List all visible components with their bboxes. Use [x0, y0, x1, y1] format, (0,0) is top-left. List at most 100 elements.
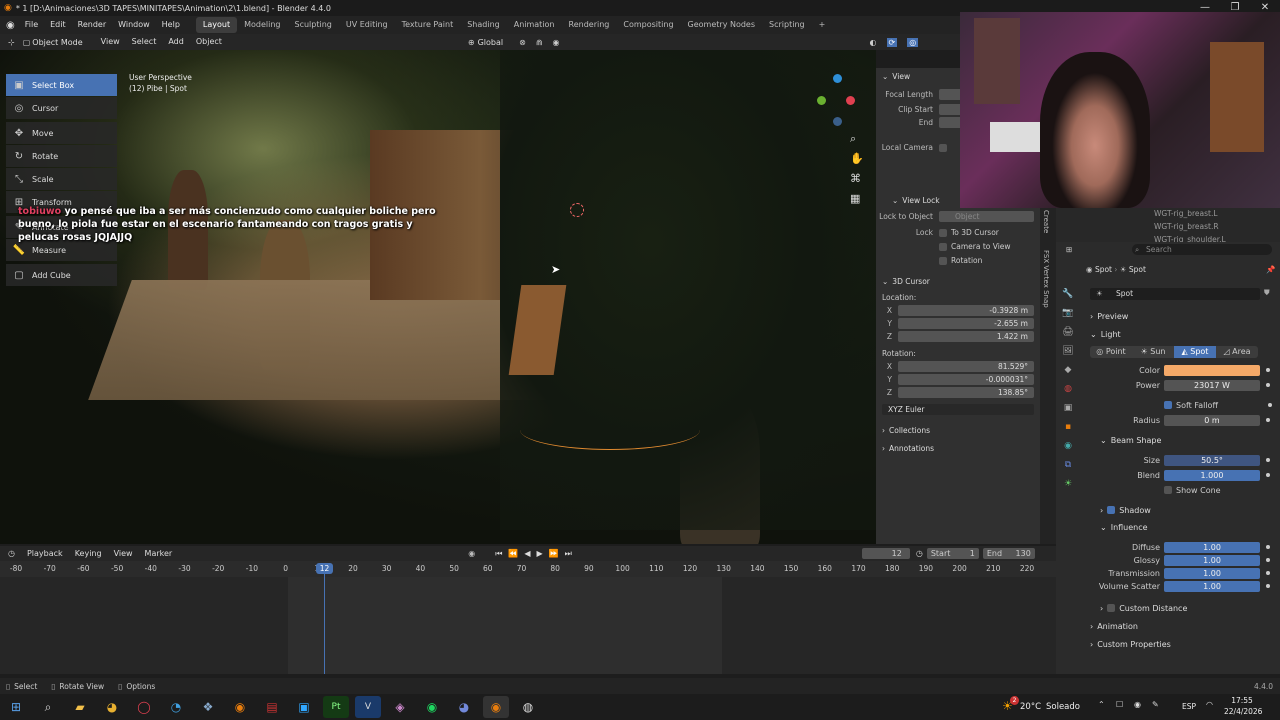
weather-temp[interactable]: 20°C: [1020, 702, 1041, 712]
light-type-sun[interactable]: ☀ Sun: [1132, 346, 1174, 358]
cursor-location-z[interactable]: 1.422 m: [898, 331, 1034, 342]
keyframe-dot-icon[interactable]: [1266, 584, 1270, 588]
preview-range-icon[interactable]: ◷: [916, 549, 923, 558]
3d-cursor-icon[interactable]: [570, 203, 584, 217]
keyframe-dot-icon[interactable]: [1268, 403, 1272, 407]
menu-help[interactable]: Help: [156, 16, 186, 34]
props-editor-type-icon[interactable]: ⊞: [1066, 245, 1072, 254]
menu-window[interactable]: Window: [112, 16, 156, 34]
power-field[interactable]: 23017 W: [1164, 379, 1260, 391]
tab-compositing[interactable]: Compositing: [616, 17, 680, 33]
diffuse-field[interactable]: 1.00: [1164, 541, 1260, 553]
tab-geometry-nodes[interactable]: Geometry Nodes: [681, 17, 762, 33]
chrome-icon[interactable]: ◕: [99, 696, 125, 718]
frame-end-field[interactable]: End 130: [982, 548, 1035, 559]
tab-scripting[interactable]: Scripting: [762, 17, 812, 33]
pin-icon[interactable]: 📌: [1266, 265, 1275, 274]
vp-menu-object[interactable]: Object: [190, 33, 228, 51]
blender-taskbar-icon[interactable]: ◉: [227, 696, 253, 718]
wifi-icon[interactable]: ◠: [1206, 700, 1213, 709]
outliner-item[interactable]: WGT-rig_shoulder.L: [1154, 235, 1226, 242]
light-datablock-field[interactable]: ☀ Spot: [1090, 288, 1260, 300]
tab-create[interactable]: Create: [1042, 210, 1050, 233]
media-app-icon[interactable]: ▤: [259, 696, 285, 718]
timeline-ruler[interactable]: -80 -70 -60 -50 -40 -30 -20 -10 0 10 20 …: [0, 561, 1056, 577]
tool-select-box[interactable]: ▣ Select Box: [6, 74, 117, 96]
gizmo-icon[interactable]: ⟳: [886, 37, 898, 47]
light-color-swatch[interactable]: [1164, 364, 1260, 376]
app-icon[interactable]: ◈: [387, 696, 413, 718]
preview-panel-header[interactable]: › Preview: [1080, 308, 1280, 324]
tool-cursor[interactable]: ◎ Cursor: [6, 97, 117, 119]
tab-fsx-vertex-snap[interactable]: FSX Vertex Snap: [1042, 250, 1050, 308]
autokey-record-icon[interactable]: ◉: [468, 549, 475, 558]
local-camera-checkbox[interactable]: [939, 143, 947, 152]
visibility-icon[interactable]: ◐: [870, 38, 877, 47]
tool-settings-icon[interactable]: 🔧: [1060, 286, 1076, 302]
animation-panel-header[interactable]: › Animation: [1080, 618, 1280, 634]
constraints-icon[interactable]: ⧉: [1060, 457, 1076, 473]
tool-add-cube[interactable]: ▢ Add Cube: [6, 264, 117, 286]
blender-active-icon[interactable]: ◉: [483, 696, 509, 718]
object-icon[interactable]: ▪: [1060, 419, 1076, 435]
outliner-item[interactable]: WGT-rig_breast.R: [1154, 222, 1219, 231]
annotations-section-header[interactable]: › Annotations: [876, 440, 1040, 456]
playhead[interactable]: [324, 564, 325, 674]
3d-cursor-section-header[interactable]: ⌄ 3D Cursor: [876, 273, 1040, 289]
pt-app-icon[interactable]: Pt: [323, 696, 349, 718]
menu-file[interactable]: File: [19, 16, 44, 34]
rotation-lock-checkbox[interactable]: [939, 256, 947, 265]
camera-view-icon[interactable]: ⌘: [850, 172, 861, 185]
snap-icon[interactable]: ⋒: [536, 38, 543, 47]
gizmo-neg-z-icon[interactable]: [833, 117, 842, 126]
play-reverse-icon[interactable]: ◀: [524, 549, 530, 558]
tab-animation[interactable]: Animation: [507, 17, 562, 33]
grid-view-icon[interactable]: ▦: [850, 192, 860, 205]
gizmo-z-axis-icon[interactable]: [833, 74, 842, 83]
props-search-field[interactable]: ⌕ Search: [1132, 244, 1272, 255]
show-cone-checkbox[interactable]: [1164, 486, 1172, 494]
photoshop-icon[interactable]: ▣: [291, 696, 317, 718]
cursor-rotation-z[interactable]: 138.85°: [898, 387, 1034, 398]
timeline-editor-icon[interactable]: ◷: [8, 549, 15, 558]
keyframe-dot-icon[interactable]: [1266, 558, 1270, 562]
weather-desc[interactable]: Soleado: [1046, 702, 1080, 712]
add-workspace-button[interactable]: +: [812, 17, 833, 33]
current-frame-field[interactable]: 12: [861, 548, 910, 559]
physics-icon[interactable]: ◉: [1060, 438, 1076, 454]
timeline-view-menu[interactable]: View: [108, 545, 139, 563]
spot-blend-field[interactable]: 1.000: [1164, 469, 1260, 481]
light-type-point[interactable]: ◎ Point: [1090, 346, 1132, 358]
cursor-location-x[interactable]: -0.3928 m: [898, 305, 1034, 316]
pan-hand-icon[interactable]: ✋: [850, 152, 864, 165]
tool-rotate[interactable]: ↻ Rotate: [6, 145, 117, 167]
edge-icon[interactable]: ◔: [163, 696, 189, 718]
tray-chevron-icon[interactable]: ⌃: [1098, 700, 1105, 709]
tab-sculpting[interactable]: Sculpting: [288, 17, 339, 33]
lock-object-field[interactable]: Object: [939, 211, 1034, 222]
camera-to-view-checkbox[interactable]: [939, 242, 947, 251]
menu-render[interactable]: Render: [72, 16, 112, 34]
tab-texture-paint[interactable]: Texture Paint: [395, 17, 461, 33]
collections-section-header[interactable]: › Collections: [876, 422, 1040, 438]
custom-distance-panel-header[interactable]: › Custom Distance: [1080, 600, 1280, 616]
timeline-playback-menu[interactable]: Playback: [21, 545, 69, 563]
collection-icon[interactable]: ▣: [1060, 400, 1076, 416]
keyframe-dot-icon[interactable]: [1266, 473, 1270, 477]
tab-modeling[interactable]: Modeling: [237, 17, 287, 33]
render-icon[interactable]: 📷: [1060, 305, 1076, 321]
keyframe-dot-icon[interactable]: [1266, 383, 1270, 387]
mode-dropdown[interactable]: Object Mode: [32, 38, 82, 47]
tray-app-icon[interactable]: ◉: [1134, 700, 1141, 709]
light-type-area[interactable]: ◿ Area: [1216, 346, 1258, 358]
tab-shading[interactable]: Shading: [460, 17, 507, 33]
orientation-dropdown[interactable]: Global: [478, 38, 504, 47]
transmission-field[interactable]: 1.00: [1164, 567, 1260, 579]
obs-icon[interactable]: ◍: [515, 696, 541, 718]
pivot-icon[interactable]: ⊗: [519, 38, 526, 47]
editor-type-icon[interactable]: ⊹: [8, 38, 15, 47]
custom-distance-checkbox[interactable]: [1107, 604, 1116, 612]
app-icon[interactable]: ❖: [195, 696, 221, 718]
tool-move[interactable]: ✥ Move: [6, 122, 117, 144]
keyframe-dot-icon[interactable]: [1266, 418, 1270, 422]
